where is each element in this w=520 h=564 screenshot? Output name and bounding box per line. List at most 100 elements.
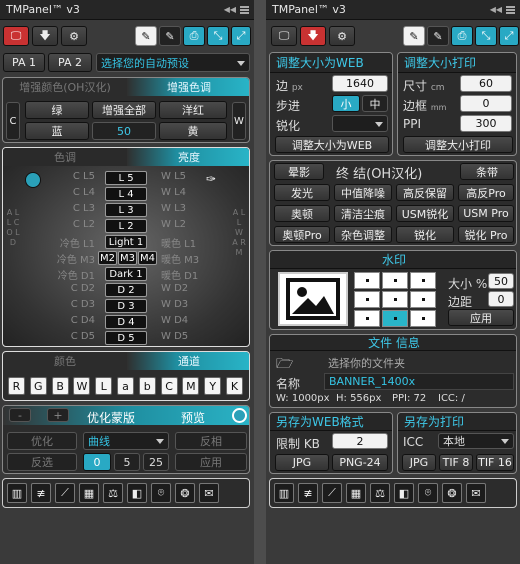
channel-a-button[interactable]: a	[117, 377, 134, 395]
luminosity-button[interactable]: D 4	[105, 315, 147, 329]
preset-select[interactable]: 选择您的自动预设	[96, 53, 250, 72]
watermark-position-cell[interactable]	[410, 310, 436, 327]
preset-1-button[interactable]: PA 1	[3, 53, 45, 72]
curves-icon[interactable]: ⟋	[322, 483, 342, 503]
warm-tone-button[interactable]: W D2	[161, 283, 225, 294]
value-5-button[interactable]: 5	[114, 453, 140, 471]
cold-tone-button[interactable]: C D2	[25, 283, 95, 294]
limit-kb-input[interactable]: 2	[332, 433, 388, 449]
shrink-icon[interactable]: ⤡	[207, 26, 229, 46]
luminosity-button[interactable]: D 3	[105, 299, 147, 313]
invert-selection-button[interactable]: 反选	[7, 453, 77, 471]
ppi-input[interactable]: 300	[460, 115, 512, 132]
step-mid-button[interactable]: 中	[362, 95, 388, 112]
monitor-tab-icon[interactable]: 🖵	[271, 26, 297, 46]
sharpen-select[interactable]	[332, 115, 388, 132]
save-tif16-button[interactable]: TIF 16	[476, 454, 514, 471]
warm-tone-button[interactable]: W L5	[161, 171, 225, 182]
cold-tone-button[interactable]: C D4	[25, 315, 95, 326]
brush-white-icon[interactable]: ✎	[135, 26, 157, 46]
watermark-position-cell[interactable]	[410, 291, 436, 308]
collapse-icon[interactable]: ◀◀	[224, 5, 236, 14]
folder-icon[interactable]: 🗁	[276, 353, 293, 377]
sharpen-button[interactable]: 锐化	[396, 226, 454, 243]
warm-tone-button[interactable]: W D5	[161, 331, 225, 342]
watermark-position-cell[interactable]	[382, 291, 408, 308]
watermark-position-cell[interactable]	[410, 272, 436, 289]
channel-B-button[interactable]: B	[51, 377, 69, 395]
panel-menu-icon[interactable]	[506, 6, 515, 14]
save-jpg-web-button[interactable]: JPG	[275, 454, 329, 471]
cold-tone-button[interactable]: 冷色 M3	[25, 251, 95, 266]
highpass-keep-button[interactable]: 高反保留	[396, 184, 454, 201]
save-tif8-button[interactable]: TIF 8	[439, 454, 473, 471]
tone-header[interactable]: 色调	[3, 148, 127, 166]
preset-2-button[interactable]: PA 2	[48, 53, 92, 72]
cold-tone-button[interactable]: 冷色 L1	[25, 235, 95, 250]
warm-tone-button[interactable]: W L2	[161, 219, 225, 230]
luminosity-button[interactable]: Dark 1	[105, 267, 147, 281]
channel-K-button[interactable]: K	[226, 377, 243, 395]
border-input[interactable]: 0	[460, 95, 512, 112]
channel-R-button[interactable]: R	[8, 377, 25, 395]
channel-header[interactable]: 通道	[127, 352, 249, 370]
balance-icon[interactable]: ⚖	[370, 483, 390, 503]
rgb-circles-icon[interactable]: ❂	[442, 483, 462, 503]
enhance-amount[interactable]: 50	[92, 122, 156, 140]
shrink-icon[interactable]: ⤡	[475, 26, 497, 46]
watermark-position-cell[interactable]	[382, 310, 408, 327]
luminosity-button[interactable]: M2	[98, 251, 117, 265]
icc-select[interactable]: 本地	[438, 433, 514, 449]
download-tab-icon[interactable]: 🡇	[32, 26, 58, 46]
value-0-button[interactable]: 0	[83, 453, 111, 471]
watermark-position-cell[interactable]	[354, 272, 380, 289]
luminosity-button[interactable]: L 2	[105, 219, 147, 233]
median-button[interactable]: 中值降噪	[334, 184, 392, 201]
save-jpg-print-button[interactable]: JPG	[402, 454, 436, 471]
filename-input[interactable]: BANNER_1400x	[324, 373, 514, 390]
minus-button[interactable]: -	[9, 408, 31, 422]
invert-button[interactable]: 反相	[175, 432, 247, 450]
print-icon[interactable]: ⎙	[451, 26, 473, 46]
half-square-icon[interactable]: ◧	[127, 483, 147, 503]
optimize-button[interactable]: 优化	[7, 432, 77, 450]
film-icon[interactable]: ▦	[346, 483, 366, 503]
usm-sharpen-button[interactable]: USM锐化	[396, 205, 454, 222]
panel-menu-icon[interactable]	[240, 6, 249, 14]
luminosity-button[interactable]: M3	[118, 251, 137, 265]
cold-tone-button[interactable]: C L4	[25, 187, 95, 198]
save-png24-button[interactable]: PNG-24	[332, 454, 388, 471]
highpass-pro-button[interactable]: 高反Pro	[458, 184, 514, 201]
cold-tone-button[interactable]: C L5	[25, 171, 95, 182]
envelope-icon[interactable]: ✉	[199, 483, 219, 503]
film-icon[interactable]: ▦	[79, 483, 99, 503]
enhance-tone-header[interactable]: 增强色调	[127, 78, 249, 96]
gear-tab-icon[interactable]: ⚙	[329, 26, 355, 46]
enhance-color-header[interactable]: 增强颜色(OH汉化)	[3, 78, 127, 96]
luminosity-button[interactable]: D 5	[105, 331, 147, 345]
cold-side-button[interactable]: C	[6, 102, 20, 140]
channel-L-button[interactable]: L	[95, 377, 113, 395]
warm-tone-button[interactable]: 暖色 D1	[161, 267, 225, 282]
gear-tab-icon[interactable]: ⚙	[61, 26, 87, 46]
luminosity-button[interactable]: Light 1	[105, 235, 147, 249]
warm-tone-button[interactable]: W L3	[161, 203, 225, 214]
image-placeholder-icon[interactable]	[278, 272, 348, 326]
half-square-icon[interactable]: ◧	[394, 483, 414, 503]
download-tab-icon[interactable]: 🡇	[300, 26, 326, 46]
cold-tone-button[interactable]: C D3	[25, 299, 95, 310]
cold-tone-button[interactable]: C D5	[25, 331, 95, 342]
expand-icon[interactable]: ⤢	[499, 26, 519, 46]
print-icon[interactable]: ⎙	[183, 26, 205, 46]
vignette-button[interactable]: 晕影	[274, 163, 324, 180]
magenta-button[interactable]: 洋红	[159, 101, 227, 119]
curves-icon[interactable]: ⟋	[55, 483, 75, 503]
warm-tone-button[interactable]: 暖色 L1	[161, 235, 225, 250]
enhance-all-button[interactable]: 增强全部	[92, 101, 156, 119]
histogram-icon[interactable]: ▥	[7, 483, 27, 503]
expand-icon[interactable]: ⤢	[231, 26, 251, 46]
choose-folder-label[interactable]: 选择你的文件夹	[328, 355, 405, 371]
cold-tone-button[interactable]: 冷色 D1	[25, 267, 95, 282]
watermark-position-cell[interactable]	[354, 291, 380, 308]
luminosity-button[interactable]: M4	[138, 251, 157, 265]
